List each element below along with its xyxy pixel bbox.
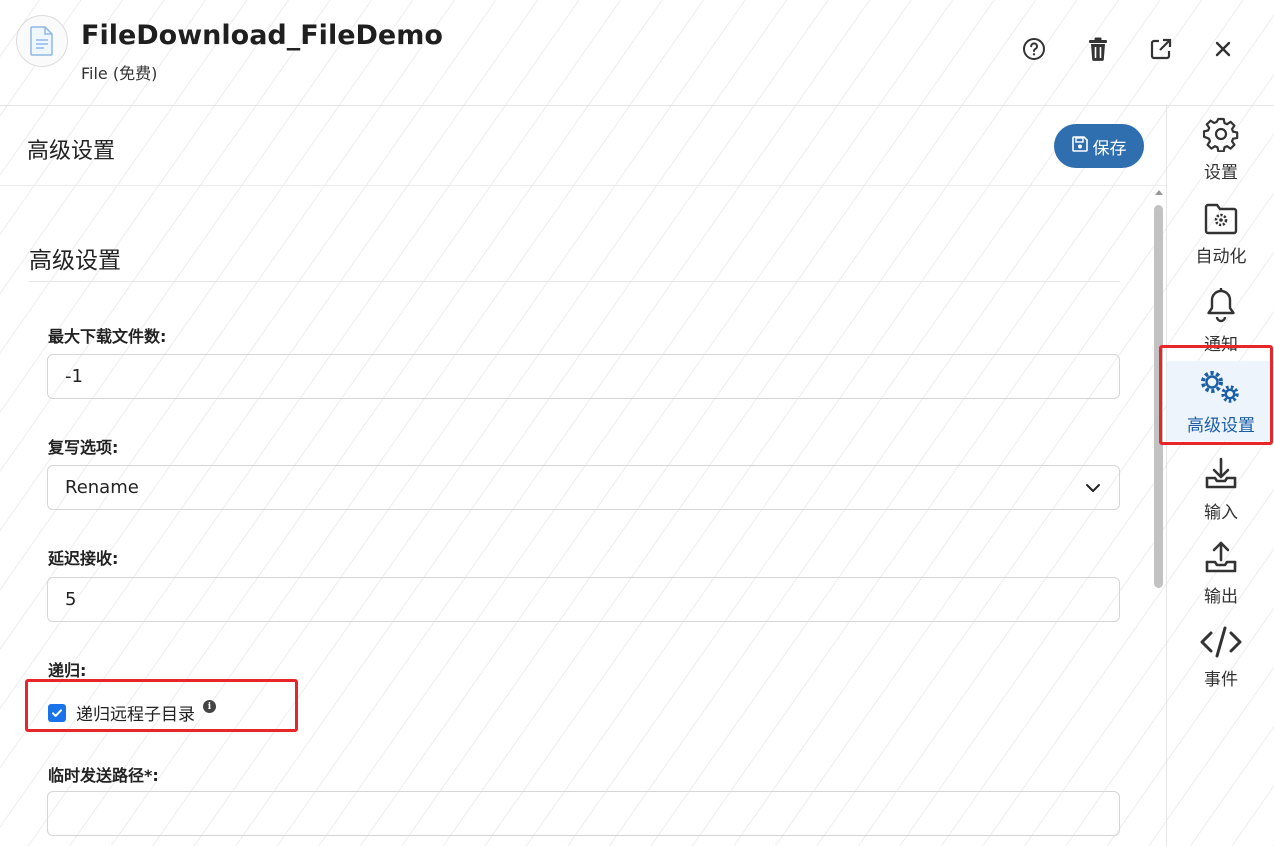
sidebar-label-input: 输入 <box>1204 503 1238 523</box>
app-title: FileDownload_FileDemo <box>81 20 443 51</box>
sidebar-item-advanced[interactable]: 高级设置 <box>1167 361 1274 441</box>
app-subtitle: File (免费) <box>81 64 158 83</box>
sidebar-item-input[interactable]: 输入 <box>1167 456 1274 530</box>
max-files-label: 最大下载文件数: <box>48 327 167 346</box>
help-icon[interactable] <box>1019 34 1049 64</box>
folder-gear-icon <box>1203 202 1239 240</box>
temp-path-input[interactable] <box>47 791 1120 836</box>
download-icon <box>1203 456 1239 496</box>
sidebar-item-events[interactable]: 事件 <box>1167 625 1274 699</box>
sidebar-label-events: 事件 <box>1204 670 1238 690</box>
info-icon[interactable]: i <box>203 700 216 713</box>
scroll-up-arrow-icon[interactable] <box>1155 190 1163 195</box>
save-label: 保存 <box>1092 138 1127 159</box>
save-icon <box>1071 135 1088 157</box>
sidebar-label-settings: 设置 <box>1204 163 1238 183</box>
file-icon <box>16 15 68 67</box>
sidebar-item-output[interactable]: 输出 <box>1167 540 1274 614</box>
overwrite-select[interactable]: Rename <box>47 465 1120 510</box>
section-title: 高级设置 <box>29 248 121 274</box>
sidebar-label-output: 输出 <box>1204 587 1238 607</box>
max-files-input[interactable]: -1 <box>47 354 1120 399</box>
recursive-label: 递归: <box>48 661 87 680</box>
overwrite-value: Rename <box>65 477 139 498</box>
scrollbar-thumb[interactable] <box>1154 205 1163 588</box>
overwrite-label: 复写选项: <box>48 438 119 457</box>
bell-icon <box>1204 288 1238 328</box>
delay-label: 延迟接收: <box>48 549 119 568</box>
sidebar-label-notifications: 通知 <box>1204 335 1238 355</box>
section-divider <box>29 281 1120 282</box>
sidebar-item-settings[interactable]: 设置 <box>1167 116 1274 190</box>
recursive-checkbox-label[interactable]: 递归远程子目录 <box>76 700 195 725</box>
gear-icon <box>1202 116 1239 156</box>
recursive-checkbox[interactable] <box>48 703 66 722</box>
code-icon <box>1199 625 1243 663</box>
upload-icon <box>1203 540 1239 580</box>
temp-path-label: 临时发送路径*: <box>48 766 159 785</box>
panel-title: 高级设置 <box>27 139 116 164</box>
settings-form: 高级设置 最大下载文件数: -1 复写选项: Rename 延迟接收: 5 递归… <box>0 187 1166 846</box>
recursive-option: 递归远程子目录 i <box>48 700 216 725</box>
save-button[interactable]: 保存 <box>1054 124 1144 168</box>
external-link-icon[interactable] <box>1146 34 1176 64</box>
close-icon[interactable] <box>1208 34 1238 64</box>
sidebar-item-automation[interactable]: 自动化 <box>1167 202 1274 276</box>
delay-input[interactable]: 5 <box>47 577 1120 622</box>
delete-icon[interactable] <box>1083 34 1113 64</box>
header: FileDownload_FileDemo File (免费) <box>0 0 1274 106</box>
sidebar-item-notifications[interactable]: 通知 <box>1167 288 1274 362</box>
sidebar-label-advanced: 高级设置 <box>1187 416 1255 436</box>
panel-header: 高级设置 保存 <box>0 106 1166 186</box>
sidebar: 设置 自动化 通知 高级设置 输入 输出 事件 <box>1166 106 1274 846</box>
chevron-down-icon <box>1085 480 1101 501</box>
gears-icon <box>1198 369 1244 409</box>
sidebar-label-automation: 自动化 <box>1195 247 1247 267</box>
